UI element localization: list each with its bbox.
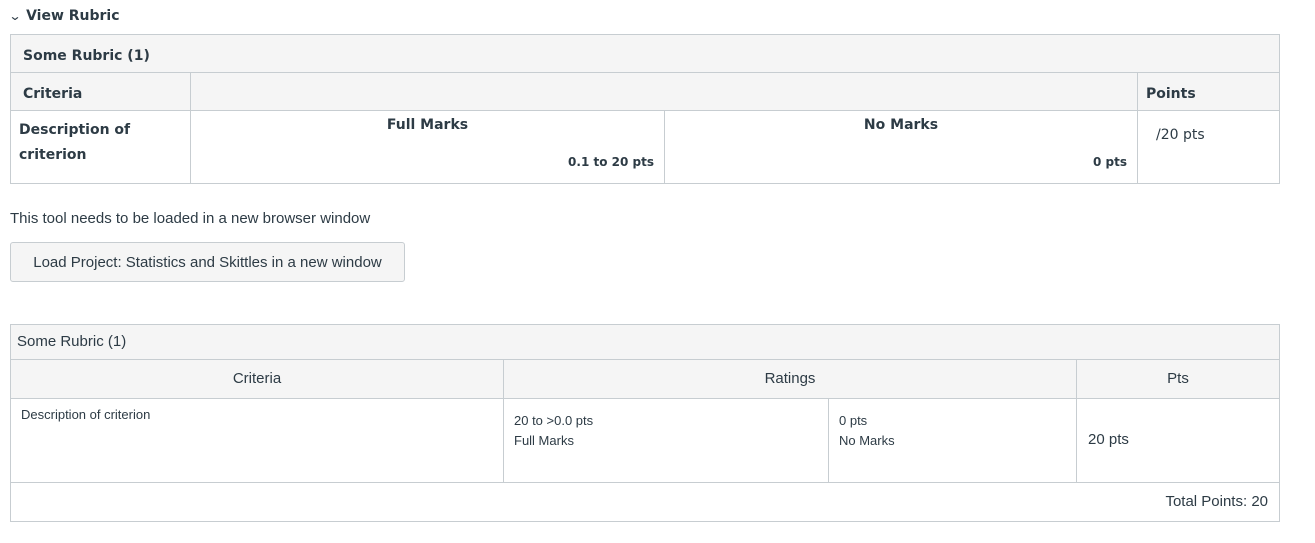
rubric-title-row: Some Rubric (1) xyxy=(10,324,1280,360)
pts-header-label: Pts xyxy=(1167,370,1189,387)
rubric-table-top: Some Rubric (1) Criteria Points Descript… xyxy=(10,34,1280,184)
points-cell: /20 pts xyxy=(1137,110,1280,184)
criterion-description: Description of criterion xyxy=(10,398,504,483)
tool-notice: This tool needs to be loaded in a new br… xyxy=(10,210,371,227)
criterion-description: Description of criterion xyxy=(10,110,191,184)
rating-title: No Marks xyxy=(839,433,895,448)
view-rubric-label: View Rubric xyxy=(26,8,120,24)
rating-no-marks[interactable]: No Marks 0 pts xyxy=(664,110,1138,184)
ratings-header xyxy=(190,72,1138,111)
rubric-title: Some Rubric (1) xyxy=(17,333,127,350)
ratings-header-label: Ratings xyxy=(764,370,816,387)
pts-cell: 20 pts xyxy=(1076,398,1280,483)
criterion-description-text: Description of criterion xyxy=(21,407,151,422)
rating-points: 20 to >0.0 pts xyxy=(514,413,594,428)
total-row: Total Points: 20 xyxy=(10,482,1280,522)
rating-full-marks: 20 to >0.0 pts Full Marks xyxy=(503,398,829,483)
view-rubric-toggle[interactable]: ⌄ View Rubric xyxy=(8,8,120,24)
rating-no-marks: 0 pts No Marks xyxy=(828,398,1077,483)
rubric-table-bottom: Some Rubric (1) Criteria Ratings Pts Des… xyxy=(10,324,1280,522)
load-tool-button[interactable]: Load Project: Statistics and Skittles in… xyxy=(10,242,405,282)
rating-title: Full Marks xyxy=(514,433,574,448)
rating-full-marks[interactable]: Full Marks 0.1 to 20 pts xyxy=(190,110,665,184)
rating-points: 0.1 to 20 pts xyxy=(568,155,654,169)
rating-title: No Marks xyxy=(863,117,939,133)
criterion-description-text: Description of criterion xyxy=(19,122,131,163)
criteria-header: Criteria xyxy=(10,72,191,111)
pts-value: 20 pts xyxy=(1088,431,1129,448)
rubric-title-row: Some Rubric (1) xyxy=(10,34,1280,73)
criteria-header-label: Criteria xyxy=(232,370,282,387)
total-points: Total Points: 20 xyxy=(1165,493,1268,510)
points-value: /20 pts xyxy=(1156,127,1205,143)
points-header-label: Points xyxy=(1146,86,1196,102)
criteria-header: Criteria xyxy=(10,359,504,399)
rating-title: Full Marks xyxy=(386,117,469,133)
rating-points: 0 pts xyxy=(1093,155,1127,169)
points-header: Points xyxy=(1137,72,1280,111)
pts-header: Pts xyxy=(1076,359,1280,399)
rubric-title: Some Rubric (1) xyxy=(23,48,150,64)
ratings-header: Ratings xyxy=(503,359,1077,399)
rating-points: 0 pts xyxy=(839,413,868,428)
chevron-down-icon: ⌄ xyxy=(8,9,22,23)
criteria-header-label: Criteria xyxy=(23,86,83,102)
